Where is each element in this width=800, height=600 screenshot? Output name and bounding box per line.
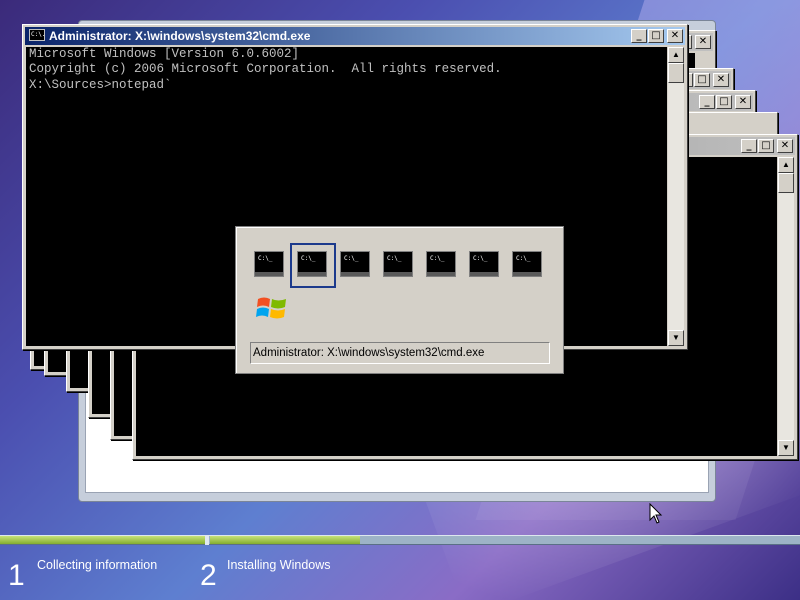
scroll-up-icon[interactable]: ▲ [778, 157, 794, 173]
switcher-selected-label: Administrator: X:\windows\system32\cmd.e… [250, 342, 550, 364]
cmd-icon: C:\_ [340, 251, 370, 277]
progress-divider [205, 535, 209, 545]
windows-logo-icon[interactable] [256, 293, 288, 323]
scroll-up-icon[interactable]: ▲ [668, 47, 684, 63]
switcher-item-cmd-1[interactable]: C:\_ [254, 251, 284, 277]
maximize-button[interactable]: □ [716, 95, 732, 109]
switcher-item-cmd-5[interactable]: C:\_ [426, 251, 456, 277]
switcher-icon-row: C:\_ C:\_ C:\_ C:\_ C:\_ C:\_ C:\_ [254, 243, 542, 288]
cmd-icon: C:\_ [512, 251, 542, 277]
close-button[interactable]: ✕ [777, 139, 793, 153]
scroll-thumb[interactable] [778, 173, 794, 193]
step-number: 1 [8, 559, 25, 592]
step-label: Collecting information [37, 558, 158, 572]
minimize-button[interactable]: _ [741, 139, 757, 153]
task-switcher: C:\_ C:\_ C:\_ C:\_ C:\_ C:\_ C:\_ Admin… [235, 226, 564, 374]
close-button[interactable]: ✕ [695, 35, 711, 49]
close-button[interactable]: ✕ [713, 73, 729, 87]
cmd-icon: C:\_ [254, 251, 284, 277]
switcher-item-cmd-2[interactable]: C:\_ [290, 243, 336, 288]
cmd-icon: C:\_ [426, 251, 456, 277]
step-number: 2 [200, 559, 217, 592]
scroll-down-icon[interactable]: ▼ [778, 440, 794, 456]
maximize-button[interactable]: □ [758, 139, 774, 153]
cmd-icon: C:\_ [383, 251, 413, 277]
vertical-scrollbar[interactable]: ▲ ▼ [778, 157, 794, 456]
maximize-button[interactable]: □ [648, 29, 664, 43]
switcher-item-cmd-7[interactable]: C:\_ [512, 251, 542, 277]
cmd-icon: C:\_ [297, 251, 327, 277]
console-line-1: Microsoft Windows [Version 6.0.6002] [29, 47, 300, 61]
window-title: Administrator: X:\windows\system32\cmd.e… [49, 29, 311, 43]
switcher-item-cmd-3[interactable]: C:\_ [340, 251, 370, 277]
scroll-thumb[interactable] [668, 63, 684, 83]
vertical-scrollbar[interactable]: ▲ ▼ [668, 47, 684, 346]
titlebar[interactable]: C:\. Administrator: X:\windows\system32\… [25, 27, 685, 45]
switcher-item-cmd-6[interactable]: C:\_ [469, 251, 499, 277]
progress-step-2-fill [210, 536, 360, 544]
cmd-icon: C:\. [29, 29, 45, 41]
progress-step-1-fill [0, 536, 205, 544]
mouse-pointer-icon [649, 503, 663, 524]
console-line-2: Copyright (c) 2006 Microsoft Corporation… [29, 61, 502, 76]
close-button[interactable]: ✕ [735, 95, 751, 109]
console-prompt-line: X:\Sources>notepad` [29, 78, 172, 92]
step-label: Installing Windows [227, 558, 331, 572]
switcher-item-cmd-4[interactable]: C:\_ [383, 251, 413, 277]
scroll-down-icon[interactable]: ▼ [668, 330, 684, 346]
minimize-button[interactable]: _ [631, 29, 647, 43]
close-button[interactable]: ✕ [667, 29, 683, 43]
minimize-button[interactable]: _ [699, 95, 715, 109]
cmd-icon: C:\_ [469, 251, 499, 277]
maximize-button[interactable]: □ [694, 73, 710, 87]
